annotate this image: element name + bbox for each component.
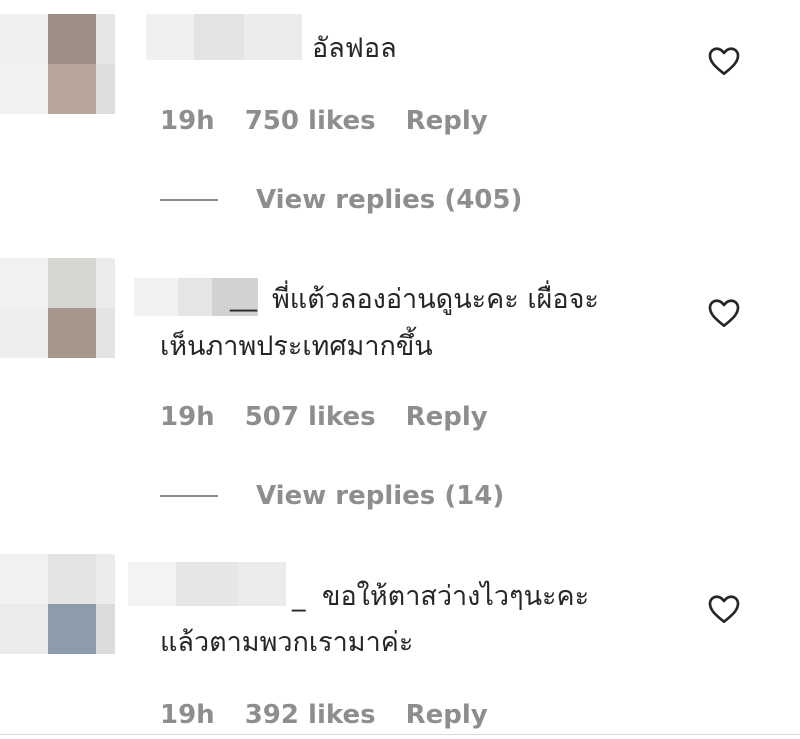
view-replies-button[interactable]: View replies (14) [160, 481, 504, 511]
heart-outline-icon[interactable] [708, 594, 740, 624]
comment-time: 19h [160, 106, 215, 136]
like-count[interactable]: 392 likes [245, 700, 376, 730]
avatar[interactable] [0, 14, 115, 114]
reply-button[interactable]: Reply [406, 106, 488, 136]
view-replies-label[interactable]: View replies (405) [256, 185, 522, 215]
like-count[interactable]: 750 likes [245, 106, 376, 136]
comment-text-line-1: ขอให้ตาสว่างไวๆนะคะ [322, 581, 590, 612]
comment-time: 19h [160, 700, 215, 730]
like-count[interactable]: 507 likes [245, 402, 376, 432]
heart-outline-icon[interactable] [708, 298, 740, 328]
comment-text-line-2: เห็นภาพประเทศมากขึ้น [160, 331, 433, 362]
username-redacted[interactable] [128, 562, 286, 606]
username-redacted[interactable] [146, 14, 302, 60]
divider-line [160, 199, 218, 201]
comment-text-line-2: แล้วตามพวกเรามาค่ะ [160, 627, 414, 658]
username-suffix[interactable]: __ [230, 274, 257, 320]
comment-text: อัลฟอล [312, 33, 397, 64]
comment-meta: 19h 750 likes Reply [160, 106, 488, 136]
heart-outline-icon[interactable] [708, 46, 740, 76]
comment-meta: 19h 392 likes Reply [160, 700, 488, 730]
avatar[interactable] [0, 554, 115, 654]
avatar[interactable] [0, 258, 115, 358]
view-replies-label[interactable]: View replies (14) [256, 481, 504, 511]
comment-time: 19h [160, 402, 215, 432]
bottom-divider [0, 734, 800, 735]
divider-line [160, 495, 218, 497]
reply-button[interactable]: Reply [406, 402, 488, 432]
username-suffix[interactable]: _ [292, 574, 306, 620]
reply-button[interactable]: Reply [406, 700, 488, 730]
comment-meta: 19h 507 likes Reply [160, 402, 488, 432]
view-replies-button[interactable]: View replies (405) [160, 185, 522, 215]
comment-text-line-1: พี่แต้วลองอ่านดูนะคะ เผื่อจะ [272, 284, 599, 315]
